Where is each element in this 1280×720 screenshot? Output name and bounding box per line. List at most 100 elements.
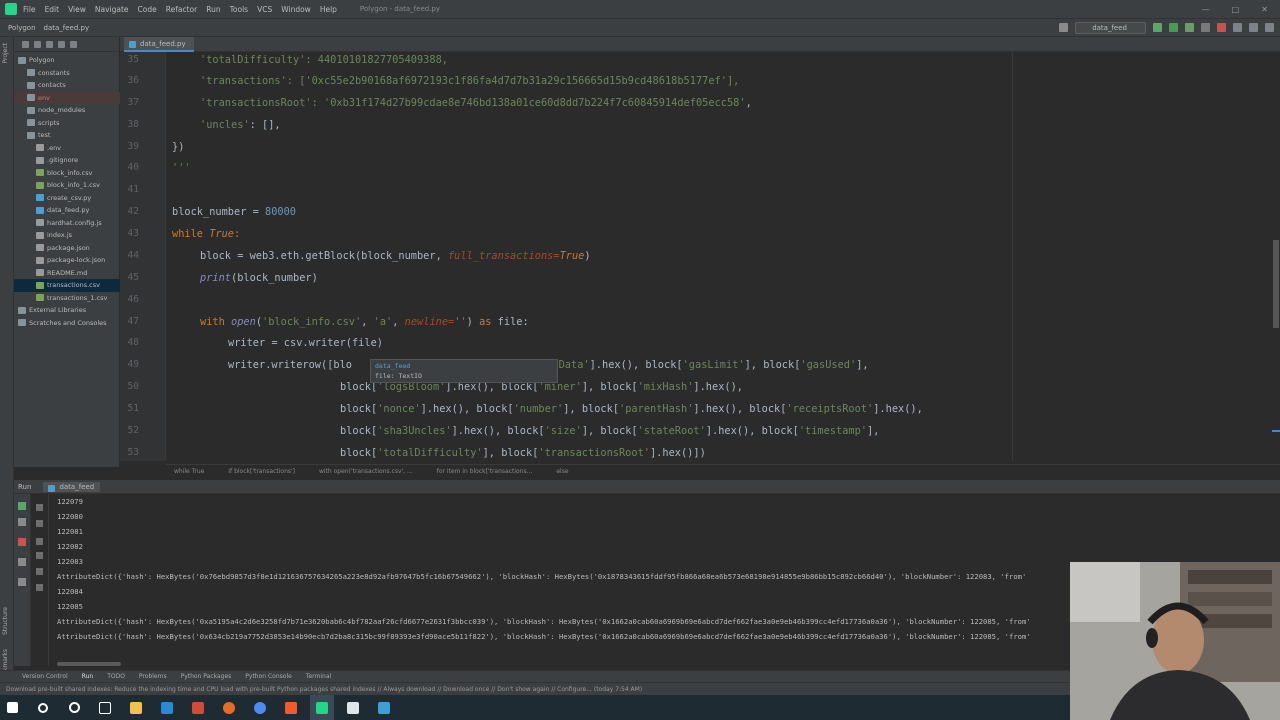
stop-icon[interactable]: [1217, 23, 1226, 32]
taskbar-app[interactable]: [186, 695, 210, 720]
breadcrumb-item[interactable]: if block['transactions']: [228, 468, 295, 475]
taskbar-brave[interactable]: [279, 695, 303, 720]
taskbar-file-explorer[interactable]: [124, 695, 148, 720]
taskbar-chrome[interactable]: [248, 695, 272, 720]
stop-icon[interactable]: [18, 538, 26, 546]
project-tree-item[interactable]: env: [14, 91, 120, 104]
tool-tab-python-console[interactable]: Python Console: [245, 673, 292, 680]
project-tree-item[interactable]: .gitignore: [14, 154, 120, 167]
tool-tab-python-packages[interactable]: Python Packages: [181, 673, 232, 680]
tool-tab-run[interactable]: Run: [82, 673, 94, 680]
taskbar-cortana[interactable]: [62, 695, 86, 720]
wrench-icon[interactable]: [18, 518, 26, 526]
run-console[interactable]: 122079 122080 122081 122082 122083 Attri…: [49, 494, 1070, 666]
search-icon: [38, 702, 48, 713]
taskbar-firefox[interactable]: [217, 695, 241, 720]
taskbar-task-view[interactable]: [93, 695, 117, 720]
project-tree-item[interactable]: index.js: [14, 229, 120, 242]
hide-icon[interactable]: [70, 40, 77, 48]
project-tree-item[interactable]: hardhat.config.js: [14, 217, 120, 230]
menu-refactor[interactable]: Refactor: [166, 5, 197, 14]
project-tree-item[interactable]: Scratches and Consoles: [14, 317, 120, 330]
search-icon[interactable]: [1233, 23, 1242, 32]
gear-icon[interactable]: [58, 40, 65, 48]
console-horizontal-scrollbar[interactable]: [57, 662, 121, 666]
menu-file[interactable]: File: [23, 5, 36, 14]
menu-view[interactable]: View: [68, 5, 86, 14]
start-button[interactable]: [0, 695, 24, 720]
tool-tab-terminal[interactable]: Terminal: [306, 673, 331, 680]
nav-file[interactable]: data_feed.py: [44, 24, 90, 32]
menu-navigate[interactable]: Navigate: [95, 5, 129, 14]
assistant-icon[interactable]: [1265, 23, 1274, 32]
menu-window[interactable]: Window: [281, 5, 311, 14]
project-tree-item[interactable]: contacts: [14, 79, 120, 92]
project-tree-item[interactable]: package-lock.json: [14, 254, 120, 267]
close-icon[interactable]: ✕: [1261, 5, 1268, 14]
project-tree-item[interactable]: README.md: [14, 267, 120, 280]
code-line-52: block['sha3Uncles'].hex(), block['size']…: [340, 424, 879, 438]
taskbar-pycharm[interactable]: [310, 695, 334, 720]
project-tree-item[interactable]: node_modules: [14, 104, 120, 117]
print-icon[interactable]: [36, 568, 43, 575]
project-tree-item[interactable]: block_info.csv: [14, 167, 120, 180]
structure-tool-tab[interactable]: Structure: [2, 607, 9, 635]
project-tree-item[interactable]: test: [14, 129, 120, 142]
project-tree-item[interactable]: transactions.csv: [14, 279, 120, 292]
editor-tab-data-feed[interactable]: data_feed.py: [124, 37, 194, 52]
profile-icon[interactable]: [1201, 23, 1210, 32]
menu-tools[interactable]: Tools: [230, 5, 248, 14]
taskbar-photos[interactable]: [372, 695, 396, 720]
breadcrumb-item[interactable]: for item in block['transactions...: [437, 468, 533, 475]
maximize-icon[interactable]: □: [1232, 5, 1240, 14]
project-tree-item[interactable]: data_feed.py: [14, 204, 120, 217]
menu-run[interactable]: Run: [206, 5, 220, 14]
nav-project[interactable]: Polygon: [8, 24, 36, 32]
settings-icon[interactable]: [1249, 23, 1258, 32]
project-tree-item[interactable]: .env: [14, 142, 120, 155]
status-message[interactable]: Download pre-built shared indexes: Reduc…: [6, 686, 642, 693]
project-tree-item[interactable]: create_csv.py: [14, 192, 120, 205]
scroll-end-icon[interactable]: [36, 552, 43, 559]
tool-tab-todo[interactable]: TODO: [107, 673, 125, 680]
user-icon[interactable]: [1059, 23, 1069, 32]
project-tree-item[interactable]: package.json: [14, 242, 120, 255]
menu-edit[interactable]: Edit: [45, 5, 60, 14]
collapse-icon[interactable]: [22, 40, 29, 48]
soft-wrap-icon[interactable]: [36, 538, 43, 545]
menu-vcs[interactable]: VCS: [257, 5, 272, 14]
project-tree-item[interactable]: transactions_1.csv: [14, 292, 120, 305]
taskbar-vscode[interactable]: [155, 695, 179, 720]
menu-help[interactable]: Help: [320, 5, 337, 14]
minimize-icon[interactable]: —: [1202, 5, 1210, 14]
up-arrow-icon[interactable]: [36, 504, 43, 511]
project-tool-tab[interactable]: Project: [2, 43, 9, 64]
menu-code[interactable]: Code: [138, 5, 157, 14]
rerun-icon[interactable]: [18, 502, 26, 510]
code-editor[interactable]: 'totalDifficulty': 44010101827705409388,…: [166, 52, 1280, 461]
project-tree-item[interactable]: scripts: [14, 117, 120, 130]
rerun-icon[interactable]: [1153, 23, 1162, 32]
project-tree-item[interactable]: Polygon: [14, 54, 120, 67]
taskbar-notepad[interactable]: [341, 695, 365, 720]
pin-icon[interactable]: [18, 578, 26, 586]
layout-icon[interactable]: [18, 558, 26, 566]
trash-icon[interactable]: [36, 584, 43, 591]
locate-icon[interactable]: [34, 40, 41, 48]
down-arrow-icon[interactable]: [36, 520, 43, 527]
expand-icon[interactable]: [46, 40, 53, 48]
run-tab-data-feed[interactable]: data_feed: [43, 481, 101, 492]
tool-tab-problems[interactable]: Problems: [139, 673, 167, 680]
editor-scrollbar-thumb[interactable]: [1273, 240, 1279, 328]
breadcrumb-item[interactable]: while True: [174, 468, 204, 475]
breadcrumb-item[interactable]: with open('transactions.csv', ...: [319, 468, 413, 475]
tool-tab-version-control[interactable]: Version Control: [22, 673, 68, 680]
taskbar-search[interactable]: [31, 695, 55, 720]
run-config-select[interactable]: data_feed: [1075, 21, 1146, 34]
project-tree-item[interactable]: constants: [14, 67, 120, 80]
breadcrumb-item[interactable]: else: [556, 468, 568, 475]
debug-icon[interactable]: [1169, 23, 1178, 32]
coverage-icon[interactable]: [1185, 23, 1194, 32]
project-tree-item[interactable]: block_info_1.csv: [14, 179, 120, 192]
project-tree-item[interactable]: External Libraries: [14, 304, 120, 317]
